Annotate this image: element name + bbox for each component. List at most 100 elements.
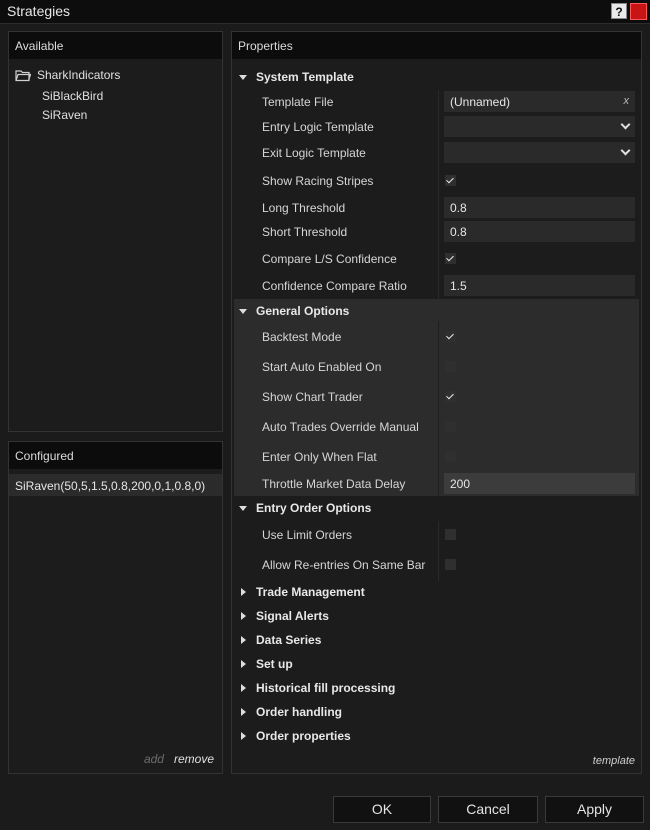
- collapse-arrow-icon: [241, 636, 246, 644]
- entry-logic-label: Entry Logic Template: [262, 120, 374, 134]
- tree-item-siraven[interactable]: SiRaven: [42, 108, 87, 122]
- category-entry-order-options[interactable]: Entry Order Options: [232, 497, 641, 519]
- throttle-label: Throttle Market Data Delay: [262, 477, 406, 491]
- template-file-field[interactable]: (Unnamed) x: [444, 91, 635, 112]
- backtest-checkbox[interactable]: [445, 331, 456, 342]
- template-link[interactable]: template: [593, 755, 635, 767]
- compare-ls-label: Compare L/S Confidence: [262, 252, 397, 266]
- template-file-label: Template File: [262, 95, 334, 109]
- properties-header: Properties: [232, 32, 641, 59]
- add-link[interactable]: add: [144, 752, 164, 766]
- enter-flat-label: Enter Only When Flat: [262, 450, 377, 464]
- limit-orders-checkbox[interactable]: [445, 529, 456, 540]
- long-threshold-input[interactable]: 0.8: [444, 197, 635, 218]
- tree-item-siblackbird[interactable]: SiBlackBird: [42, 89, 103, 103]
- row-enter-flat: Enter Only When Flat: [232, 445, 641, 469]
- row-long-threshold: Long Threshold 0.8: [232, 196, 641, 220]
- auto-override-checkbox[interactable]: [445, 421, 456, 432]
- category-system-template[interactable]: System Template: [232, 66, 641, 88]
- category-label: Historical fill processing: [256, 681, 396, 695]
- reentries-checkbox[interactable]: [445, 559, 456, 570]
- expand-arrow-icon: [239, 309, 247, 314]
- tree-folder-sharkindicators[interactable]: SharkIndicators: [15, 68, 120, 82]
- chevron-down-icon: [620, 119, 631, 130]
- expand-arrow-icon: [239, 506, 247, 511]
- row-start-auto: Start Auto Enabled On: [232, 355, 641, 379]
- category-label: Set up: [256, 657, 293, 671]
- compare-ratio-input[interactable]: 1.5: [444, 275, 635, 296]
- properties-panel: Properties System Template Template File…: [231, 31, 642, 774]
- row-chart-trader: Show Chart Trader: [232, 385, 641, 409]
- apply-button[interactable]: Apply: [545, 796, 644, 823]
- help-button[interactable]: ?: [611, 3, 627, 19]
- row-exit-logic: Exit Logic Template: [232, 141, 641, 165]
- start-auto-checkbox[interactable]: [445, 361, 456, 372]
- row-limit-orders: Use Limit Orders: [232, 523, 641, 547]
- configured-header: Configured: [9, 442, 222, 469]
- tree-folder-label: SharkIndicators: [37, 68, 121, 82]
- short-threshold-input[interactable]: 0.8: [444, 221, 635, 242]
- category-label: Signal Alerts: [256, 609, 329, 623]
- enter-flat-checkbox[interactable]: [445, 451, 456, 462]
- template-file-value: (Unnamed): [450, 95, 511, 109]
- chart-trader-label: Show Chart Trader: [262, 390, 363, 404]
- title-bar: Strategies ?: [0, 0, 650, 24]
- long-threshold-label: Long Threshold: [262, 201, 346, 215]
- racing-stripes-label: Show Racing Stripes: [262, 174, 374, 188]
- close-button[interactable]: [630, 3, 647, 20]
- backtest-label: Backtest Mode: [262, 330, 342, 344]
- row-entry-logic: Entry Logic Template: [232, 115, 641, 139]
- exit-logic-select[interactable]: [444, 142, 635, 163]
- auto-override-label: Auto Trades Override Manual: [262, 420, 419, 434]
- collapse-arrow-icon: [241, 588, 246, 596]
- category-label: Entry Order Options: [256, 501, 372, 515]
- category-label: Order handling: [256, 705, 343, 719]
- collapse-arrow-icon: [241, 660, 246, 668]
- expand-arrow-icon: [239, 75, 247, 80]
- category-data-series[interactable]: Data Series: [232, 629, 641, 651]
- configured-item[interactable]: SiRaven(50,5,1.5,0.8,200,0,1,0.8,0): [9, 474, 222, 496]
- collapse-arrow-icon: [241, 732, 246, 740]
- compare-ls-checkbox[interactable]: [445, 253, 456, 264]
- row-backtest: Backtest Mode: [232, 325, 641, 349]
- category-label: System Template: [256, 70, 354, 84]
- racing-stripes-checkbox[interactable]: [445, 175, 456, 186]
- throttle-input[interactable]: 200: [444, 473, 635, 494]
- clear-icon[interactable]: x: [624, 95, 630, 107]
- row-template-file: Template File (Unnamed) x: [232, 90, 641, 114]
- category-trade-management[interactable]: Trade Management: [232, 581, 641, 603]
- configured-actions: add remove: [144, 752, 214, 766]
- category-signal-alerts[interactable]: Signal Alerts: [232, 605, 641, 627]
- category-historical-fill[interactable]: Historical fill processing: [232, 677, 641, 699]
- start-auto-label: Start Auto Enabled On: [262, 360, 382, 374]
- reentries-label: Allow Re-entries On Same Bar: [262, 558, 426, 572]
- category-label: General Options: [256, 304, 350, 318]
- chevron-down-icon: [620, 145, 631, 156]
- category-label: Data Series: [256, 633, 322, 647]
- short-threshold-label: Short Threshold: [262, 225, 348, 239]
- entry-logic-select[interactable]: [444, 116, 635, 137]
- category-general-options[interactable]: General Options: [232, 300, 641, 322]
- collapse-arrow-icon: [241, 684, 246, 692]
- available-header: Available: [9, 32, 222, 59]
- remove-link[interactable]: remove: [174, 752, 214, 766]
- category-label: Order properties: [256, 729, 351, 743]
- row-racing-stripes: Show Racing Stripes: [232, 169, 641, 193]
- folder-icon: [15, 69, 32, 82]
- compare-ratio-label: Confidence Compare Ratio: [262, 279, 407, 293]
- cancel-button[interactable]: Cancel: [438, 796, 538, 823]
- row-short-threshold: Short Threshold 0.8: [232, 220, 641, 244]
- collapse-arrow-icon: [241, 612, 246, 620]
- configured-panel: Configured SiRaven(50,5,1.5,0.8,200,0,1,…: [8, 441, 223, 774]
- category-order-handling[interactable]: Order handling: [232, 701, 641, 723]
- category-order-properties[interactable]: Order properties: [232, 725, 641, 747]
- chart-trader-checkbox[interactable]: [445, 391, 456, 402]
- category-set-up[interactable]: Set up: [232, 653, 641, 675]
- ok-button[interactable]: OK: [333, 796, 431, 823]
- available-panel: Available SharkIndicators SiBlackBird Si…: [8, 31, 223, 432]
- collapse-arrow-icon: [241, 708, 246, 716]
- row-reentries: Allow Re-entries On Same Bar: [232, 553, 641, 577]
- category-label: Trade Management: [256, 585, 365, 599]
- limit-orders-label: Use Limit Orders: [262, 528, 353, 542]
- exit-logic-label: Exit Logic Template: [262, 146, 366, 160]
